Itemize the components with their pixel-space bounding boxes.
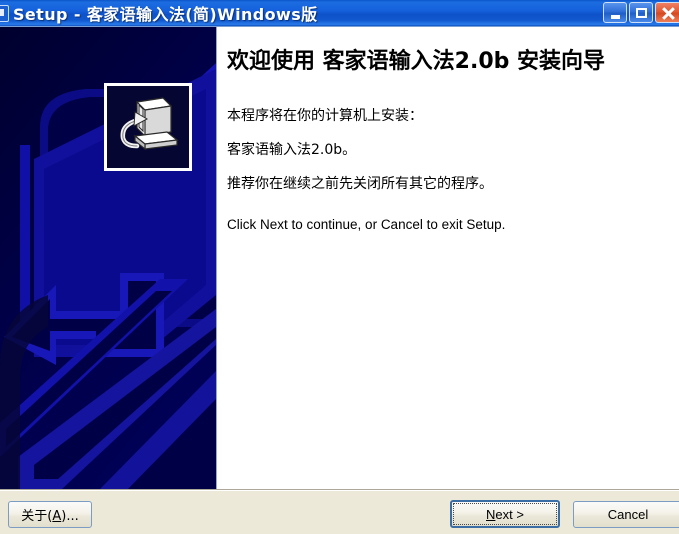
body-text-line-3: 推荐你在继续之前先关闭所有其它的程序。 xyxy=(227,176,493,192)
about-button-label: 关于(A)... xyxy=(21,509,79,524)
body-text-line-4: Click Next to continue, or Cancel to exi… xyxy=(227,217,506,232)
title-bar[interactable]: Setup - 客家语输入法(简)Windows版 xyxy=(0,0,679,26)
next-button[interactable]: Next > xyxy=(450,500,560,528)
computer-setup-icon xyxy=(104,83,192,171)
setup-window-icon xyxy=(0,4,9,22)
page-title: 欢迎使用 客家语输入法2.0b 安装向导 xyxy=(227,49,606,74)
maximize-icon[interactable] xyxy=(629,2,653,23)
setup-window: Setup - 客家语输入法(简)Windows版 欢迎使用 客家语输入法2.0… xyxy=(0,0,679,534)
cancel-button-label: Cancel xyxy=(607,507,649,522)
wizard-side-panel xyxy=(0,27,217,489)
about-button[interactable]: 关于(A)... xyxy=(8,501,92,528)
close-icon[interactable] xyxy=(655,2,679,23)
minimize-icon[interactable] xyxy=(603,2,627,23)
wizard-content: 欢迎使用 客家语输入法2.0b 安装向导 本程序将在你的计算机上安装： 客家语输… xyxy=(217,27,679,489)
body-text-line-1: 本程序将在你的计算机上安装： xyxy=(227,108,423,124)
body-text-line-2: 客家语输入法2.0b。 xyxy=(227,142,357,158)
window-title: Setup - 客家语输入法(简)Windows版 xyxy=(13,5,318,24)
dialog-footer: 关于(A)... Next > Cancel xyxy=(0,489,679,534)
window-controls xyxy=(603,2,679,23)
cancel-button[interactable]: Cancel xyxy=(573,501,679,528)
dialog-body: 欢迎使用 客家语输入法2.0b 安装向导 本程序将在你的计算机上安装： 客家语输… xyxy=(0,26,679,490)
next-button-label: Next > xyxy=(486,506,524,522)
